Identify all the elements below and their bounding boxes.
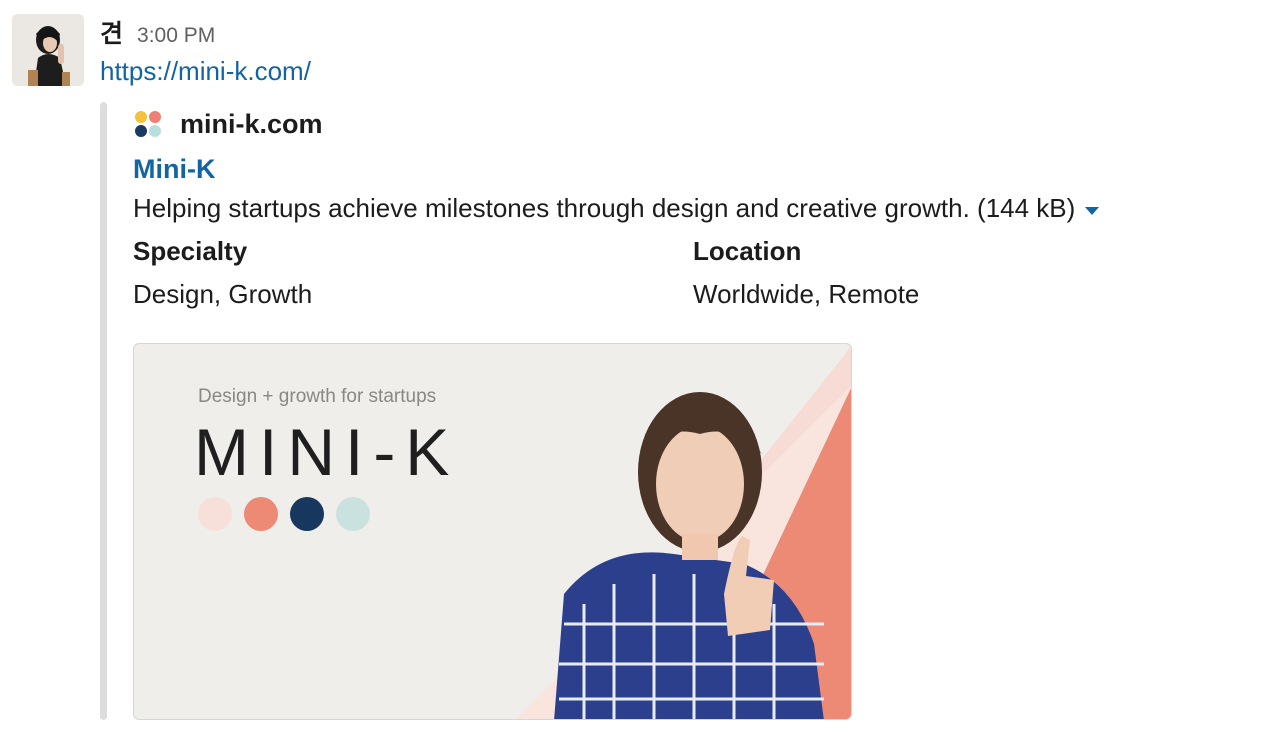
slack-message: 견 3:00 PM https://mini-k.com/ mini-k.com… — [0, 0, 1272, 744]
field-specialty: Specialty Design, Growth — [133, 236, 693, 310]
message-link[interactable]: https://mini-k.com/ — [100, 56, 311, 87]
site-icon-dot — [135, 111, 147, 123]
field-title: Location — [693, 236, 802, 266]
field-title: Specialty — [133, 236, 248, 266]
field-value: Design, Growth — [133, 279, 313, 309]
attachment-description: Helping startups achieve milestones thro… — [133, 193, 1253, 224]
preview-image[interactable]: Design + growth for startups MINI-K — [133, 343, 852, 720]
link-unfurl: mini-k.com Mini-K Helping startups achie… — [133, 104, 1253, 310]
sender-name[interactable]: 견 — [100, 14, 123, 50]
field-location: Location Worldwide, Remote — [693, 236, 1253, 310]
site-icon-dot — [149, 111, 161, 123]
preview-brand-logo: MINI-K — [194, 415, 460, 489]
attachment-fields: Specialty Design, Growth Location Worldw… — [133, 236, 1253, 310]
color-dot — [198, 497, 232, 531]
site-row: mini-k.com — [133, 104, 1253, 144]
site-icon — [133, 109, 163, 139]
timestamp[interactable]: 3:00 PM — [137, 24, 215, 48]
site-name: mini-k.com — [180, 108, 323, 139]
color-dot — [244, 497, 278, 531]
description-text: Helping startups achieve milestones thro… — [133, 193, 1076, 223]
site-icon-dot — [149, 125, 161, 137]
attachment-title-link[interactable]: Mini-K — [133, 154, 215, 185]
site-icon-dot — [135, 125, 147, 137]
color-dot — [290, 497, 324, 531]
preview-color-dots — [198, 497, 382, 531]
color-dot — [336, 497, 370, 531]
avatar-image — [12, 14, 84, 86]
collapse-caret-icon[interactable] — [1085, 206, 1100, 215]
message-header: 견 3:00 PM — [100, 14, 215, 48]
preview-tagline: Design + growth for startups — [198, 386, 437, 407]
avatar[interactable] — [12, 14, 84, 86]
attachment-bar — [100, 102, 107, 720]
field-value: Worldwide, Remote — [693, 279, 920, 309]
